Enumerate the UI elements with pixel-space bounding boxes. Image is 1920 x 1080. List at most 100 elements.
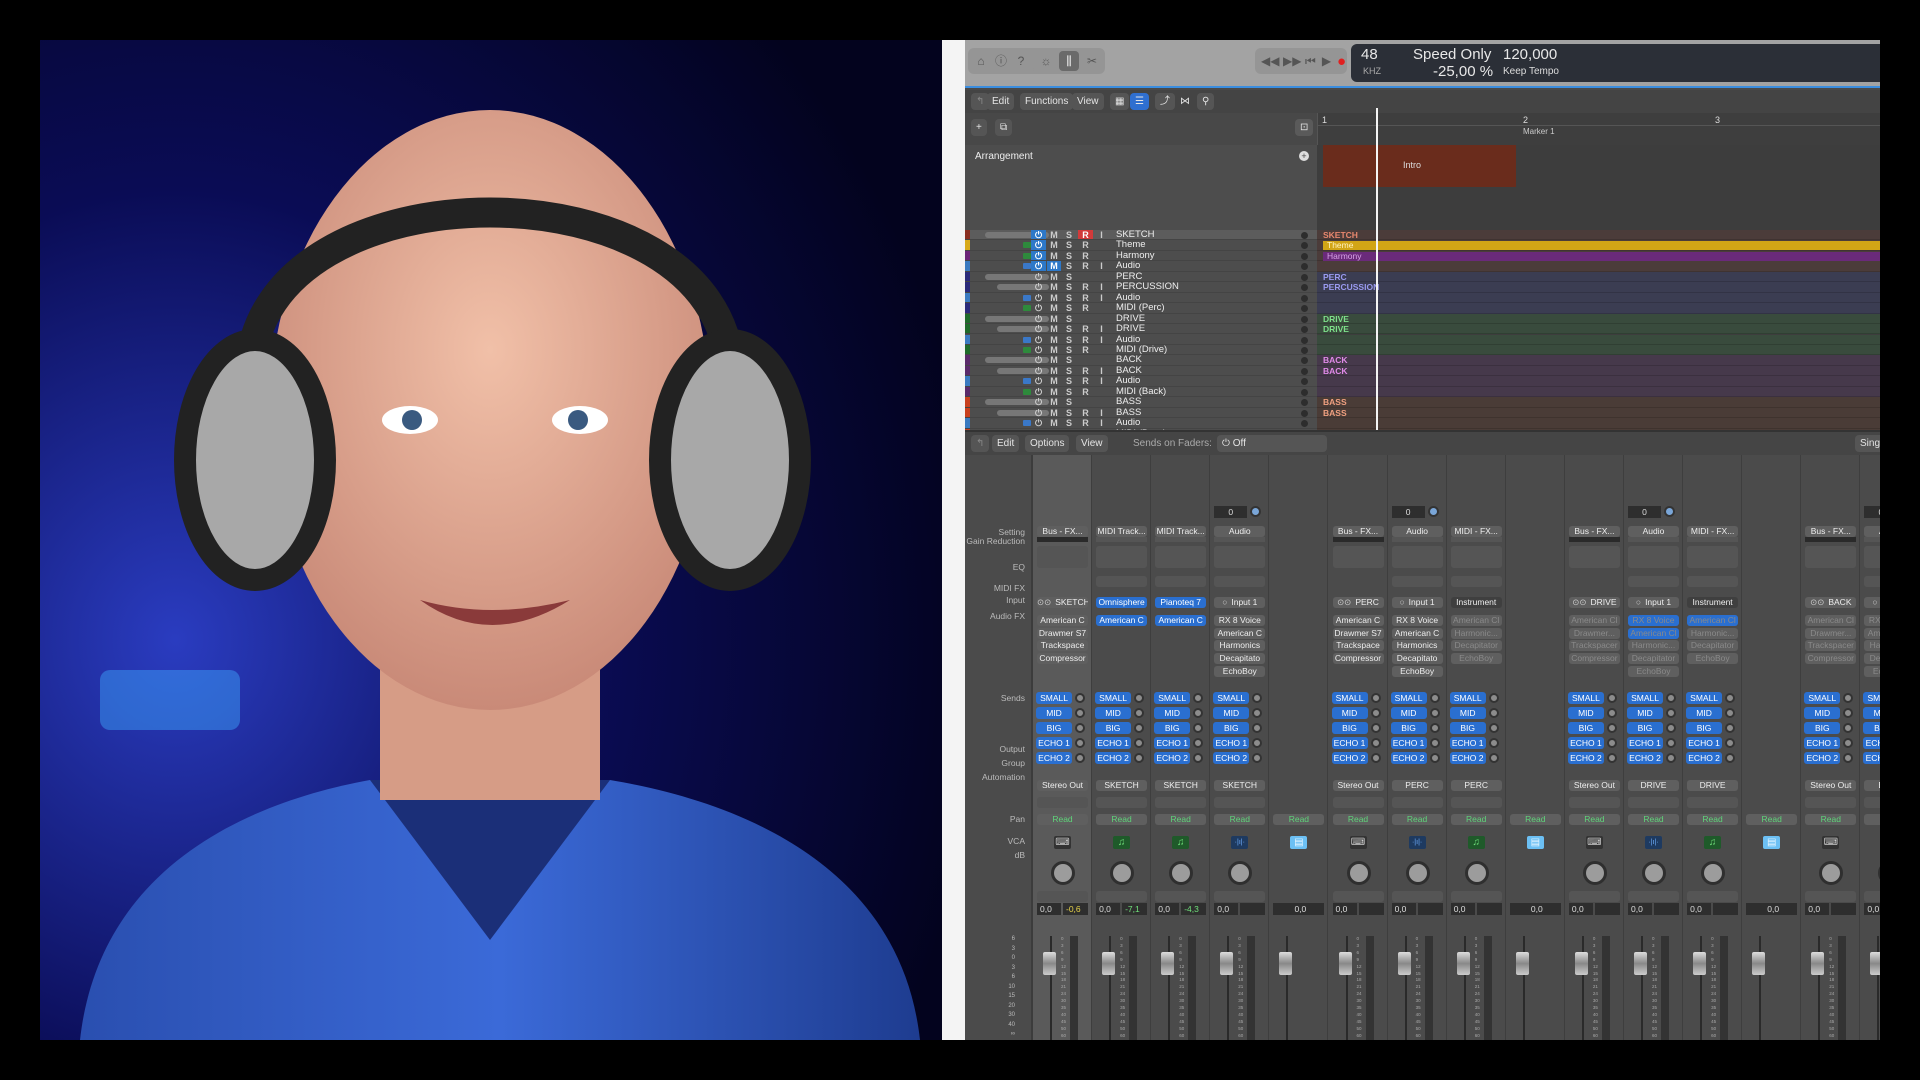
send-level-knob[interactable] bbox=[1725, 693, 1736, 703]
r-button[interactable]: R bbox=[1078, 240, 1093, 250]
audio-fx-slot[interactable]: Drawmer... bbox=[1805, 627, 1857, 639]
group-slot[interactable] bbox=[1214, 797, 1266, 808]
audio-fx-slot[interactable]: Drawmer S7 bbox=[1037, 627, 1088, 639]
input-slot[interactable]: ○Input 1 bbox=[1391, 597, 1443, 608]
s-button[interactable]: S bbox=[1063, 282, 1075, 292]
track-row[interactable]: ⏻ M S R MIDI (Back) bbox=[965, 386, 1317, 398]
send-slot[interactable]: SMALL bbox=[1154, 692, 1191, 704]
scissors-icon[interactable]: ✂ bbox=[1085, 54, 1099, 68]
m-button[interactable]: M bbox=[1047, 408, 1061, 418]
send-level-knob[interactable] bbox=[1725, 708, 1736, 718]
pan-knob[interactable] bbox=[1878, 861, 1880, 885]
power-button[interactable]: ⏻ bbox=[1031, 272, 1046, 282]
automation-mode[interactable]: Read bbox=[1155, 814, 1207, 825]
input-gain-value[interactable]: 0 bbox=[1864, 506, 1880, 518]
send-level-knob[interactable] bbox=[1488, 738, 1499, 748]
send-level-knob[interactable] bbox=[1725, 738, 1736, 748]
send-level-knob[interactable] bbox=[1193, 693, 1204, 703]
send-level-knob[interactable] bbox=[1606, 738, 1617, 748]
send-slot[interactable]: MID bbox=[1331, 707, 1368, 719]
volume-value[interactable]: 0,0 bbox=[1155, 903, 1180, 915]
send-slot[interactable]: BIG bbox=[1213, 722, 1250, 734]
input-gain-knob[interactable] bbox=[1664, 506, 1675, 517]
send-level-knob[interactable] bbox=[1252, 723, 1263, 733]
track-lane[interactable] bbox=[1317, 292, 1880, 304]
volume-value[interactable]: 0,0 bbox=[1568, 903, 1593, 915]
pan-knob[interactable] bbox=[1642, 861, 1666, 885]
power-button[interactable]: ⏻ bbox=[1031, 314, 1046, 324]
power-button[interactable]: ⏻ bbox=[1031, 282, 1046, 292]
send-slot[interactable]: MID bbox=[1686, 707, 1723, 719]
send-slot[interactable]: ECHO 1 bbox=[1804, 737, 1841, 749]
volume-value[interactable]: 0,0 bbox=[1450, 903, 1475, 915]
volume-value[interactable]: 0,0 bbox=[1214, 903, 1239, 915]
s-button[interactable]: S bbox=[1063, 303, 1075, 313]
audio-fx-slot[interactable]: Harmonics bbox=[1864, 640, 1880, 652]
mixer-icon[interactable]: ⫼ bbox=[1059, 51, 1079, 71]
audio-fx-slot[interactable]: RX 8 Voice bbox=[1214, 615, 1266, 626]
audio-fx-slot[interactable]: Drawmer S7 bbox=[1332, 627, 1384, 639]
track-lane[interactable]: DRIVE bbox=[1317, 313, 1880, 325]
send-level-knob[interactable] bbox=[1134, 738, 1145, 748]
group-slot[interactable] bbox=[1391, 797, 1443, 808]
i-button[interactable]: I bbox=[1095, 230, 1108, 240]
rewind-icon[interactable]: ◀◀ bbox=[1261, 54, 1279, 68]
send-slot[interactable]: BIG bbox=[1390, 722, 1427, 734]
channel-strip[interactable]: 0 Audio ○Input 1 RX 8 VoiceAmerican CHarmon… bbox=[1210, 455, 1270, 1040]
track-lane[interactable] bbox=[1317, 418, 1880, 429]
track-row[interactable]: ⏻ M S R MIDI (Perc) bbox=[965, 302, 1317, 314]
volume-fader[interactable] bbox=[1634, 952, 1647, 975]
volume-value[interactable]: 0,0 bbox=[1509, 903, 1561, 915]
audio-fx-slot[interactable]: RX 8 Voice bbox=[1628, 615, 1679, 626]
send-level-knob[interactable] bbox=[1488, 708, 1499, 718]
setting-button[interactable]: Bus - FX... bbox=[1805, 526, 1857, 537]
send-slot[interactable]: SMALL bbox=[1449, 692, 1486, 704]
input-slot[interactable]: ○Input 1 bbox=[1214, 597, 1266, 608]
send-slot[interactable]: SMALL bbox=[1390, 692, 1427, 704]
pan-knob[interactable] bbox=[1405, 861, 1430, 885]
track-lane[interactable] bbox=[1317, 303, 1880, 314]
m-button[interactable]: M bbox=[1047, 293, 1061, 303]
r-button[interactable]: R bbox=[1078, 261, 1093, 271]
m-button[interactable]: M bbox=[1047, 314, 1061, 324]
power-button[interactable]: ⏻ bbox=[1031, 345, 1046, 355]
send-slot[interactable]: ECHO 1 bbox=[1449, 737, 1486, 749]
send-slot[interactable]: ECHO 2 bbox=[1036, 752, 1072, 764]
flex-icon[interactable]: ⋈ bbox=[1175, 93, 1195, 110]
send-level-knob[interactable] bbox=[1666, 693, 1676, 703]
power-button[interactable]: ⏻ bbox=[1031, 261, 1046, 271]
track-lane[interactable]: PERCUSSION bbox=[1317, 282, 1880, 293]
s-button[interactable]: S bbox=[1063, 387, 1075, 397]
send-level-knob[interactable] bbox=[1075, 723, 1085, 733]
volume-value[interactable]: 0,0 bbox=[1805, 903, 1830, 915]
pan-knob[interactable] bbox=[1819, 861, 1844, 885]
group-slot[interactable] bbox=[1037, 797, 1088, 808]
i-button[interactable]: I bbox=[1095, 418, 1108, 428]
automation-mode[interactable]: Read bbox=[1805, 814, 1857, 825]
send-level-knob[interactable] bbox=[1843, 738, 1854, 748]
send-level-knob[interactable] bbox=[1134, 723, 1145, 733]
setting-button[interactable]: Audio bbox=[1628, 526, 1679, 537]
setting-button[interactable]: Audio bbox=[1214, 526, 1266, 537]
midi-fx-slot[interactable] bbox=[1450, 576, 1502, 587]
midi-fx-slot[interactable] bbox=[1687, 576, 1739, 587]
send-level-knob[interactable] bbox=[1075, 753, 1085, 763]
audio-fx-slot[interactable]: American Cl bbox=[1805, 615, 1857, 626]
s-button[interactable]: S bbox=[1063, 261, 1075, 271]
channel-strip[interactable]: 0 Audio ○ Input 1 RX 8 Voice American Cl Harmo… bbox=[1624, 455, 1683, 1040]
track-lane[interactable] bbox=[1317, 376, 1880, 387]
midi-fx-slot[interactable] bbox=[1214, 576, 1266, 587]
s-button[interactable]: S bbox=[1063, 324, 1075, 334]
send-level-knob[interactable] bbox=[1666, 708, 1676, 718]
send-slot[interactable]: ECHO 2 bbox=[1449, 752, 1486, 764]
send-slot[interactable]: BIG bbox=[1036, 722, 1072, 734]
input-slot[interactable]: ⊙⊙ PERC bbox=[1332, 597, 1384, 608]
pan-knob[interactable] bbox=[1051, 861, 1075, 885]
duplicate-track-button[interactable]: ⧉ bbox=[995, 119, 1013, 136]
s-button[interactable]: S bbox=[1063, 376, 1075, 386]
send-slot[interactable]: BIG bbox=[1154, 722, 1191, 734]
volume-fader[interactable] bbox=[1693, 952, 1707, 975]
vca-slot[interactable] bbox=[1805, 891, 1857, 902]
m-button[interactable]: M bbox=[1047, 303, 1061, 313]
eq-display[interactable] bbox=[1864, 546, 1880, 568]
